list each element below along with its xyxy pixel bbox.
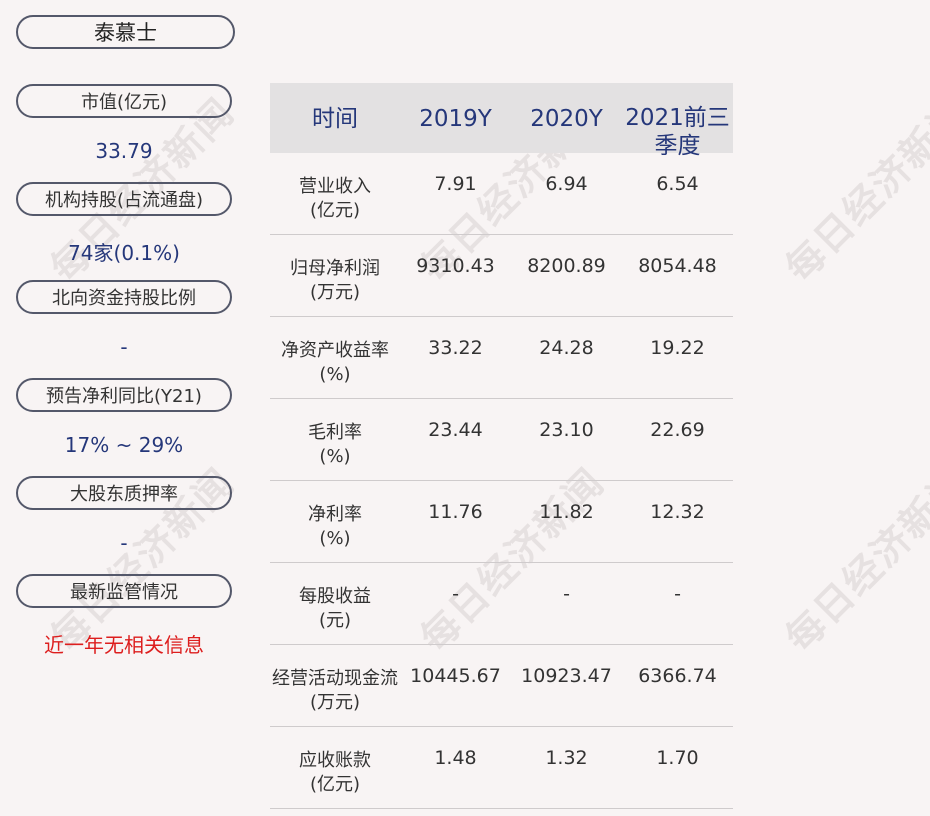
metric-value-pledge: - bbox=[120, 531, 128, 555]
watermark: 每日经济新闻 bbox=[777, 89, 930, 291]
row-label: 每股收益 (元) bbox=[299, 586, 371, 631]
row-value: 1.48 bbox=[434, 747, 477, 769]
metric-label: 最新监管情况 bbox=[70, 582, 178, 603]
row-value: - bbox=[563, 583, 570, 605]
row-value: 12.32 bbox=[650, 501, 705, 523]
row-value: 1.70 bbox=[656, 747, 699, 769]
row-value: 23.44 bbox=[428, 419, 483, 441]
row-value: 10445.67 bbox=[410, 665, 501, 687]
metric-label: 市值(亿元) bbox=[80, 92, 168, 113]
row-value: 1.32 bbox=[545, 747, 588, 769]
table-row: 归母净利润 (万元) 9310.43 8200.89 8054.48 bbox=[270, 235, 733, 317]
row-value: 7.91 bbox=[434, 173, 477, 195]
company-name: 泰慕士 bbox=[94, 21, 157, 45]
metric-label: 北向资金持股比例 bbox=[52, 288, 196, 309]
table-row: 应收账款 (亿元) 1.48 1.32 1.70 bbox=[270, 727, 733, 809]
metric-label: 大股东质押率 bbox=[70, 484, 178, 505]
company-name-pill: 泰慕士 bbox=[16, 15, 235, 49]
row-value: - bbox=[674, 583, 681, 605]
metric-label: 预告净利同比(Y21) bbox=[46, 386, 202, 407]
row-value: - bbox=[452, 583, 459, 605]
table-row: 每股收益 (元) - - - bbox=[270, 563, 733, 645]
row-label: 经营活动现金流 (万元) bbox=[272, 668, 398, 713]
header-2020: 2020Y bbox=[530, 106, 603, 132]
metric-label-regulatory: 最新监管情况 bbox=[16, 574, 232, 608]
metric-value-forecast: 17% ~ 29% bbox=[64, 433, 184, 457]
metric-label-forecast: 预告净利同比(Y21) bbox=[16, 378, 232, 412]
row-value: 23.10 bbox=[539, 419, 594, 441]
metric-value-northbound: - bbox=[120, 335, 128, 359]
row-value: 8200.89 bbox=[527, 255, 606, 277]
row-value: 33.22 bbox=[428, 337, 483, 359]
metric-label-pledge: 大股东质押率 bbox=[16, 476, 232, 510]
metric-value-regulatory: 近一年无相关信息 bbox=[44, 633, 204, 657]
table-header: 时间 2019Y 2020Y 2021前三季度 bbox=[270, 83, 733, 159]
row-value: 19.22 bbox=[650, 337, 705, 359]
header-2021q3: 2021前三季度 bbox=[625, 105, 730, 159]
row-value: 9310.43 bbox=[416, 255, 495, 277]
table-row: 经营活动现金流 (万元) 10445.67 10923.47 6366.74 bbox=[270, 645, 733, 727]
table-row: 净利率 (%) 11.76 11.82 12.32 bbox=[270, 481, 733, 563]
table-row: 净资产收益率 (%) 33.22 24.28 19.22 bbox=[270, 317, 733, 399]
row-value: 24.28 bbox=[539, 337, 594, 359]
row-label: 毛利率 (%) bbox=[308, 422, 362, 467]
metric-label: 机构持股(占流通盘) bbox=[44, 190, 204, 211]
metric-label-institutional: 机构持股(占流通盘) bbox=[16, 182, 232, 216]
metric-label-northbound: 北向资金持股比例 bbox=[16, 280, 232, 314]
header-2019: 2019Y bbox=[419, 106, 492, 132]
metric-value-institutional: 74家(0.1%) bbox=[68, 241, 180, 265]
metric-value-market-cap: 33.79 bbox=[95, 139, 153, 163]
metric-label-market-cap: 市值(亿元) bbox=[16, 84, 232, 118]
row-value: 6.54 bbox=[656, 173, 699, 195]
row-value: 11.76 bbox=[428, 501, 483, 523]
row-value: 10923.47 bbox=[521, 665, 612, 687]
row-label: 净资产收益率 (%) bbox=[281, 340, 389, 385]
row-value: 6366.74 bbox=[638, 665, 717, 687]
row-label: 应收账款 (亿元) bbox=[299, 750, 371, 795]
row-value: 8054.48 bbox=[638, 255, 717, 277]
row-label: 营业收入 (亿元) bbox=[299, 176, 371, 221]
watermark: 每日经济新闻 bbox=[777, 459, 930, 661]
financial-table: 时间 2019Y 2020Y 2021前三季度 营业收入 (亿元) 7.91 6.… bbox=[270, 83, 733, 809]
header-time: 时间 bbox=[312, 106, 358, 132]
row-label: 净利率 (%) bbox=[308, 504, 362, 549]
row-value: 22.69 bbox=[650, 419, 705, 441]
table-row: 毛利率 (%) 23.44 23.10 22.69 bbox=[270, 399, 733, 481]
table-row: 营业收入 (亿元) 7.91 6.94 6.54 bbox=[270, 153, 733, 235]
row-label: 归母净利润 (万元) bbox=[290, 258, 380, 303]
row-value: 6.94 bbox=[545, 173, 588, 195]
row-value: 11.82 bbox=[539, 501, 594, 523]
